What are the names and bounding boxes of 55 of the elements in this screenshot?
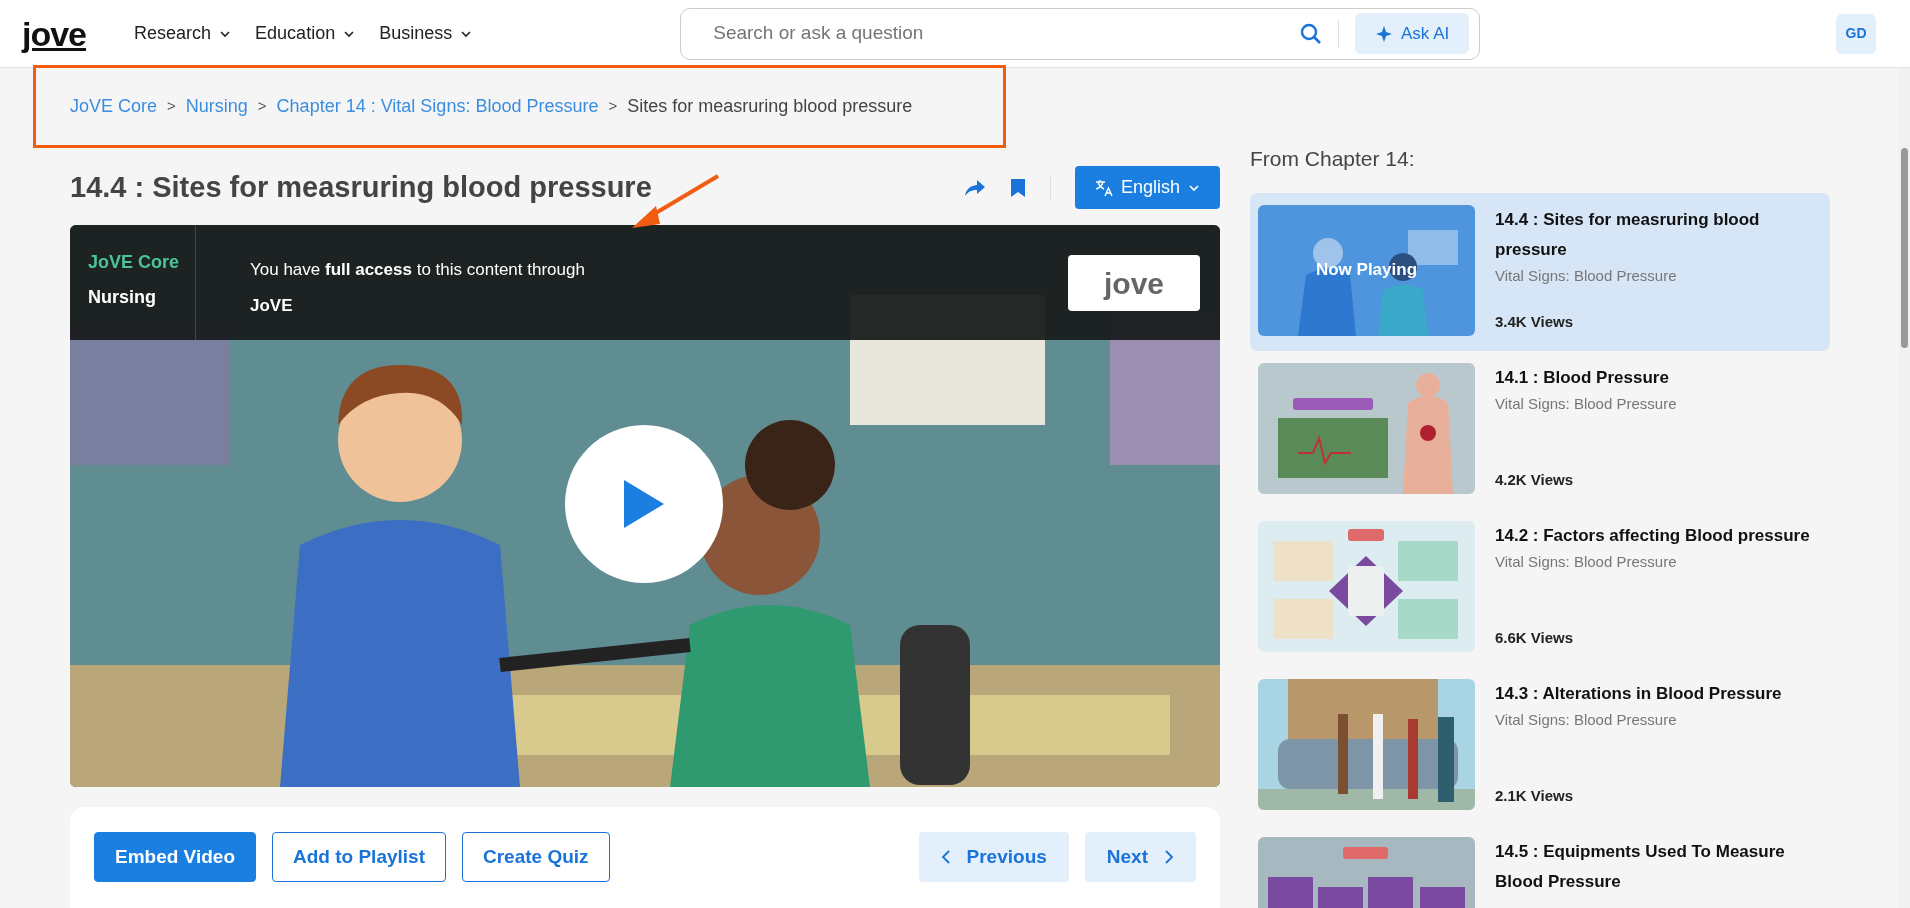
view-count: 2.1K Views xyxy=(1495,785,1575,806)
nav-menu[interactable]: Research xyxy=(134,20,232,47)
video-list-item[interactable]: 14.2 : Factors affecting Blood pressure Vital Signs: Blood Pressure 6.6K Views xyxy=(1250,509,1830,668)
play-icon xyxy=(622,478,666,530)
language-dropdown[interactable]: English xyxy=(1074,166,1220,209)
institution-name: JoVE xyxy=(249,294,294,317)
share-icon[interactable] xyxy=(963,177,986,198)
breadcrumb-separator: > xyxy=(167,96,176,117)
breadcrumb-link[interactable]: Nursing xyxy=(185,93,248,120)
ask-ai-button[interactable]: Ask AI xyxy=(1355,12,1470,55)
sparkle-icon xyxy=(1375,24,1393,43)
page-title: 14.4 : Sites for measruring blood pressure xyxy=(70,170,652,205)
video-list-item[interactable]: 14.5 : Equipments Used To Measure Blood Pressure xyxy=(1250,825,1830,908)
video-title: 14.5 : Equipments Used To Measure Blood Pressure xyxy=(1495,841,1786,893)
now-playing-label: Now Playing xyxy=(1314,259,1419,282)
video-title: 14.4 : Sites for measruring blood pressure xyxy=(1495,209,1761,261)
search-bar[interactable]: Search or ask a question Ask AI xyxy=(680,7,1481,60)
view-count: 4.2K Views xyxy=(1495,469,1575,490)
next-button[interactable]: Next xyxy=(1084,832,1196,882)
logo[interactable]: jove xyxy=(22,16,87,51)
video-title: 14.3 : Alterations in Blood Pressure xyxy=(1495,683,1783,706)
action-button[interactable]: Create Quiz xyxy=(462,832,610,882)
chevron-left-icon xyxy=(940,850,951,864)
view-count: 3.4K Views xyxy=(1495,311,1575,332)
subject-label: Nursing xyxy=(88,286,157,309)
video-list-item[interactable]: Now Playing 14.4 : Sites for measruring blood pressure Vital Signs: Blood Pressure 3.4K Views xyxy=(1250,193,1830,352)
breadcrumb-separator: > xyxy=(257,96,267,117)
breadcrumb-separator: > xyxy=(608,96,618,117)
video-list-item[interactable]: 14.3 : Alterations in Blood Pressure Vital Signs: Blood Pressure 2.1K Views xyxy=(1250,667,1830,826)
previous-button[interactable]: Previous xyxy=(918,832,1069,882)
breadcrumb-link[interactable]: Chapter 14 : Vital Signs: Blood Pressure xyxy=(276,93,599,120)
video-title: 14.1 : Blood Pressure xyxy=(1495,367,1670,390)
video-chapter: Vital Signs: Blood Pressure xyxy=(1495,709,1678,730)
access-message: You have full access to this content through xyxy=(249,259,585,281)
search-icon[interactable] xyxy=(1300,22,1322,45)
action-button[interactable]: Add to Playlist xyxy=(272,832,446,882)
scrollbar[interactable] xyxy=(1898,68,1910,908)
user-avatar[interactable]: GD xyxy=(1836,13,1876,54)
nav-menu[interactable]: Business xyxy=(379,20,473,47)
video-chapter: Vital Signs: Blood Pressure xyxy=(1495,265,1678,286)
bookmark-icon[interactable] xyxy=(1009,177,1026,198)
video-list-item[interactable]: 14.1 : Blood Pressure Vital Signs: Blood Pressure 4.2K Views xyxy=(1250,351,1830,510)
breadcrumb-current: Sites for measruring blood pressure xyxy=(627,95,913,118)
logo: jove xyxy=(1068,255,1200,311)
video-title: 14.2 : Factors affecting Blood pressure xyxy=(1495,525,1811,548)
translate-icon xyxy=(1094,178,1113,197)
nav-menu[interactable]: Education xyxy=(255,20,356,47)
action-button[interactable]: Embed Video xyxy=(94,832,256,882)
video-chapter: Vital Signs: Blood Pressure xyxy=(1495,393,1678,414)
video-chapter: Vital Signs: Blood Pressure xyxy=(1495,551,1678,572)
breadcrumb-link[interactable]: JoVE Core xyxy=(70,93,158,120)
view-count: 6.6K Views xyxy=(1495,627,1575,648)
chevron-right-icon xyxy=(1164,850,1174,864)
sidebar-heading: From Chapter 14: xyxy=(1250,146,1416,172)
section-label: JoVE Core xyxy=(88,251,181,274)
